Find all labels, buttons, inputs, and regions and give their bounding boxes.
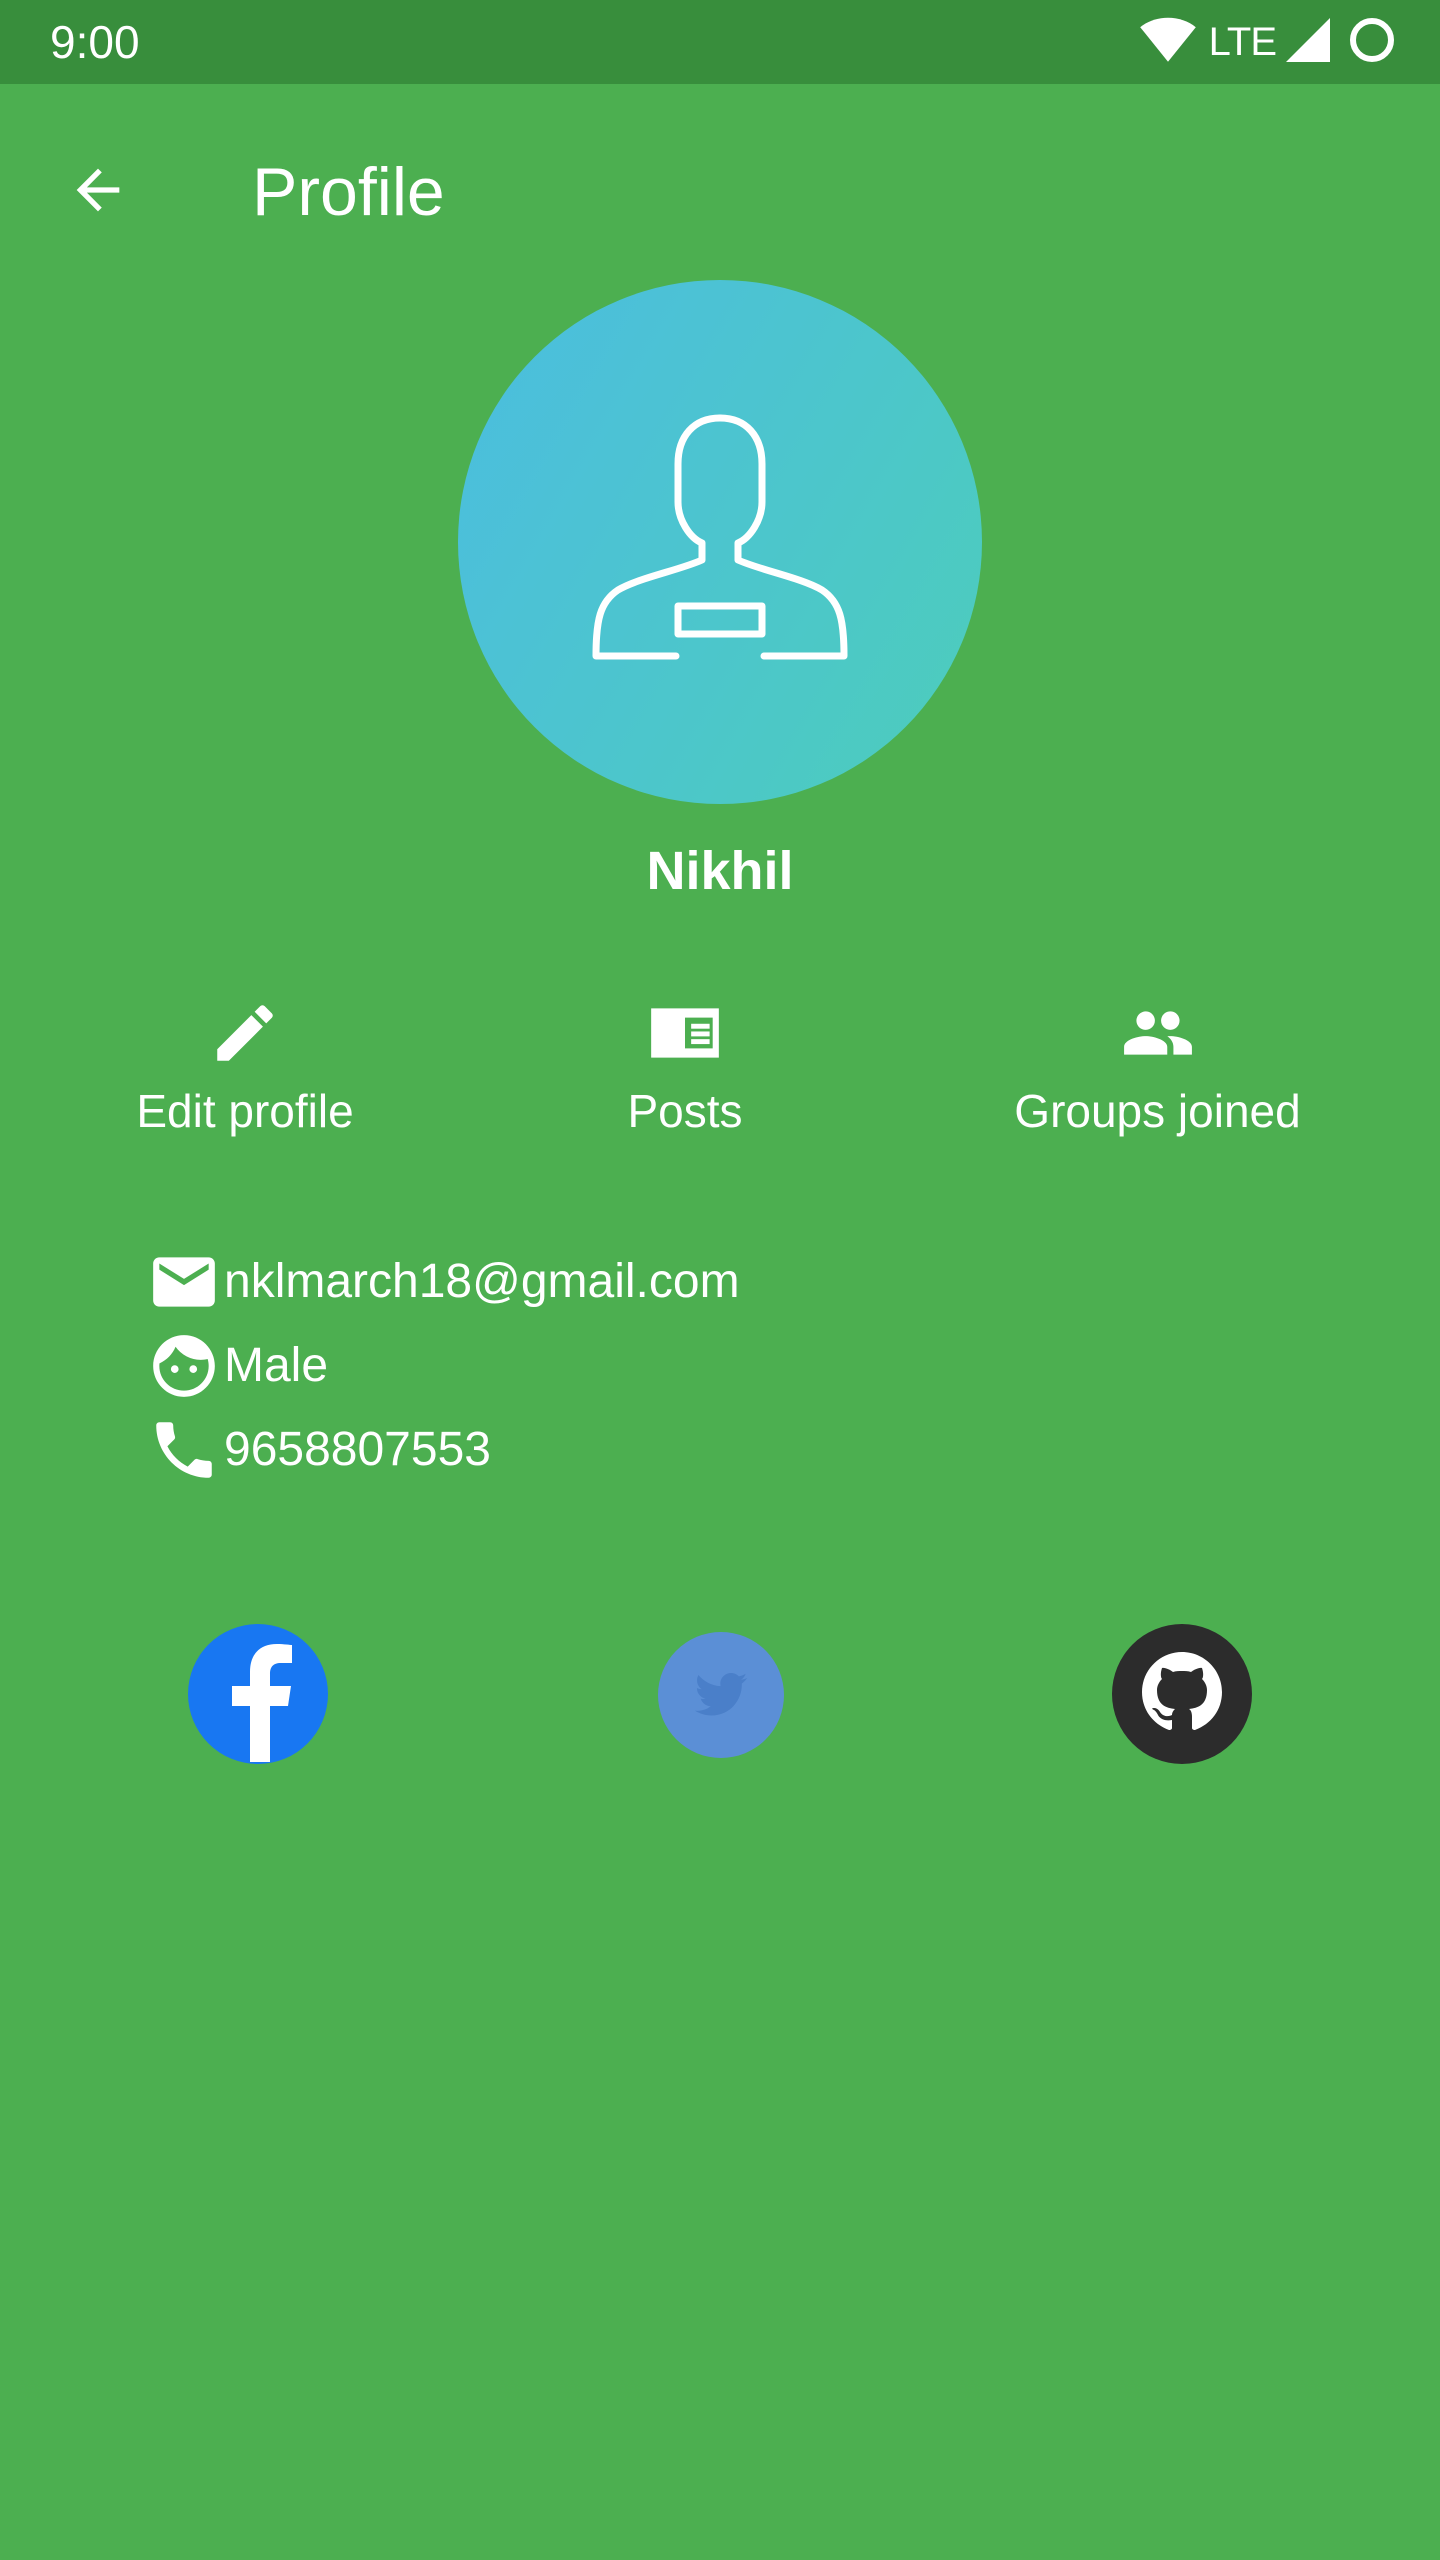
facebook-button[interactable]: [188, 1624, 328, 1764]
email-text: nklmarch18@gmail.com: [224, 1255, 740, 1308]
face-icon: [144, 1326, 224, 1406]
email-row: nklmarch18@gmail.com: [144, 1242, 740, 1322]
status-time: 9:00: [50, 16, 140, 68]
network-type: LTE: [1208, 19, 1277, 64]
phone-row: 9658807553: [144, 1410, 491, 1490]
battery-circle-icon: [1348, 16, 1396, 69]
github-button[interactable]: [1112, 1624, 1252, 1764]
pencil-icon: [208, 996, 282, 1075]
twitter-button[interactable]: [658, 1632, 784, 1758]
edit-profile-button[interactable]: Edit profile: [100, 996, 390, 1141]
gender-text: Male: [224, 1339, 329, 1392]
groups-joined-label: Groups joined: [1014, 1085, 1301, 1137]
phone-icon: [144, 1410, 224, 1490]
groups-joined-button[interactable]: Groups joined: [980, 996, 1335, 1141]
user-name: Nikhil: [646, 841, 794, 901]
github-icon: [1112, 1624, 1252, 1764]
twitter-icon: [691, 1663, 751, 1728]
email-icon: [144, 1242, 224, 1322]
arrow-back-icon: [66, 158, 130, 227]
group-icon: [1118, 996, 1198, 1075]
phone-text: 9658807553: [224, 1423, 491, 1476]
wifi-icon: [1139, 17, 1197, 68]
app-bar: Profile: [0, 84, 1440, 280]
back-button[interactable]: [40, 134, 156, 250]
gender-row: Male: [144, 1326, 328, 1406]
user-outline-icon: [590, 410, 850, 675]
status-icons: LTE: [1139, 16, 1396, 68]
cell-signal-icon: [1286, 17, 1330, 67]
article-icon: [645, 996, 725, 1075]
avatar: [458, 280, 982, 804]
edit-profile-label: Edit profile: [136, 1085, 354, 1137]
posts-label: Posts: [627, 1085, 743, 1137]
posts-button[interactable]: Posts: [590, 996, 780, 1141]
facebook-icon: [188, 1624, 328, 1764]
page-title: Profile: [252, 154, 445, 230]
status-bar: 9:00 LTE: [0, 0, 1440, 84]
